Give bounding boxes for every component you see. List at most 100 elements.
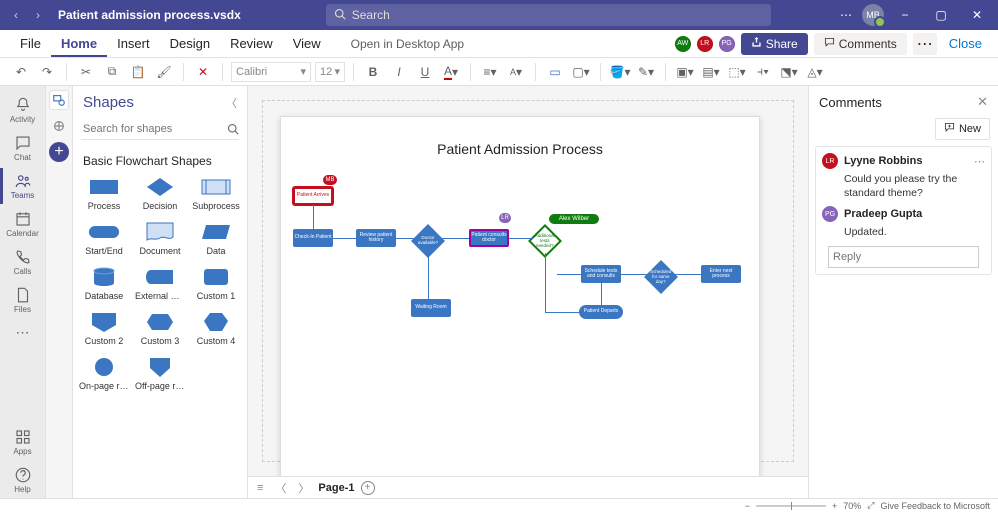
- node-same-day[interactable]: Scheduled for same day?: [644, 260, 678, 294]
- nav-forward-icon[interactable]: ›: [28, 5, 48, 25]
- pages-menu-icon[interactable]: ≡: [254, 482, 266, 494]
- feedback-link[interactable]: Give Feedback to Microsoft: [880, 501, 990, 511]
- stencils-tool-icon[interactable]: [49, 116, 69, 136]
- shapes-search-input[interactable]: [81, 119, 227, 139]
- node-consult[interactable]: Patient consults doctor: [469, 229, 509, 247]
- shape-custom1[interactable]: Custom 1: [189, 262, 243, 305]
- comments-button[interactable]: Comments: [814, 33, 907, 55]
- close-button[interactable]: Close: [943, 36, 988, 51]
- node-arrives[interactable]: Patient Arrives: [293, 187, 333, 205]
- node-enter[interactable]: Enter next process: [701, 265, 741, 283]
- presence-aw[interactable]: AW: [675, 36, 691, 52]
- text-block-icon[interactable]: A▾: [505, 61, 527, 83]
- collapse-panel-icon[interactable]: 〈: [226, 95, 237, 111]
- send-back-icon[interactable]: ▤▾: [700, 61, 722, 83]
- delete-icon[interactable]: ✕: [192, 61, 214, 83]
- next-page-icon[interactable]: 〉: [295, 480, 312, 496]
- font-size-select[interactable]: 12▾: [315, 62, 345, 82]
- shapes-search-icon[interactable]: [227, 119, 239, 139]
- node-departs[interactable]: Patient Departs: [579, 305, 623, 319]
- close-comments-icon[interactable]: ✕: [977, 94, 988, 110]
- canvas[interactable]: Patient Admission Process MB LR Alex Wil…: [248, 86, 808, 476]
- undo-icon[interactable]: ↶: [10, 61, 32, 83]
- node-schedule[interactable]: Schedule tests and consults: [581, 265, 621, 283]
- maximize-icon[interactable]: ▢: [926, 0, 956, 30]
- node-waiting[interactable]: Waiting Room: [411, 299, 451, 317]
- position-icon[interactable]: ⬔▾: [778, 61, 800, 83]
- redo-icon[interactable]: ↷: [36, 61, 58, 83]
- shape-subprocess[interactable]: Subprocess: [189, 172, 243, 215]
- shape-offpage[interactable]: Off-page ref...: [133, 352, 187, 395]
- rail-more-icon[interactable]: ⋯: [16, 324, 30, 341]
- shape-data[interactable]: Data: [189, 217, 243, 260]
- cut-icon[interactable]: ✂: [75, 61, 97, 83]
- page-tab-current[interactable]: Page-1: [318, 482, 354, 494]
- nav-back-icon[interactable]: ‹: [6, 5, 26, 25]
- add-stencil-icon[interactable]: +: [49, 142, 69, 162]
- rectangle-tool-icon[interactable]: ▢▾: [570, 61, 592, 83]
- title-search[interactable]: [326, 4, 771, 26]
- add-page-icon[interactable]: +: [361, 481, 375, 495]
- drawing-page[interactable]: Patient Admission Process MB LR Alex Wil…: [280, 116, 760, 476]
- font-name-select[interactable]: Calibri▾: [231, 62, 311, 82]
- rail-apps[interactable]: Apps: [0, 424, 45, 460]
- new-comment-button[interactable]: New: [935, 118, 990, 140]
- shape-process[interactable]: Process: [77, 172, 131, 215]
- comment-thread[interactable]: LR Lyyne Robbins ⋯ Could you please try …: [815, 146, 992, 275]
- shape-decision[interactable]: Decision: [133, 172, 187, 215]
- rail-chat[interactable]: Chat: [0, 130, 45, 166]
- shape-custom2[interactable]: Custom 2: [77, 307, 131, 350]
- zoom-in-icon[interactable]: +: [832, 501, 837, 511]
- shape-custom3[interactable]: Custom 3: [133, 307, 187, 350]
- copy-icon[interactable]: ⧉: [101, 61, 123, 83]
- tab-home[interactable]: Home: [51, 30, 107, 57]
- rail-files[interactable]: Files: [0, 282, 45, 318]
- rail-teams[interactable]: Teams: [0, 168, 45, 204]
- zoom-slider[interactable]: [756, 505, 826, 507]
- share-button[interactable]: Share: [741, 33, 808, 55]
- prev-page-icon[interactable]: 〈: [272, 480, 289, 496]
- ribbon-more-icon[interactable]: ⋯: [913, 33, 937, 55]
- zoom-out-icon[interactable]: −: [745, 501, 750, 511]
- rail-calendar[interactable]: Calendar: [0, 206, 45, 242]
- shapes-search[interactable]: [81, 119, 239, 140]
- shape-startend[interactable]: Start/End: [77, 217, 131, 260]
- group-icon[interactable]: ⬚▾: [726, 61, 748, 83]
- align-icon[interactable]: ≡▾: [479, 61, 501, 83]
- shape-onpage[interactable]: On-page ref...: [77, 352, 131, 395]
- comment-more-icon[interactable]: ⋯: [974, 155, 985, 168]
- bring-front-icon[interactable]: ▣▾: [674, 61, 696, 83]
- shape-database[interactable]: Database: [77, 262, 131, 305]
- node-checkin[interactable]: Check-In Patient: [293, 229, 333, 247]
- minimize-icon[interactable]: −: [890, 0, 920, 30]
- italic-icon[interactable]: I: [388, 61, 410, 83]
- line-color-icon[interactable]: ✎▾: [635, 61, 657, 83]
- change-shape-icon[interactable]: ◬▾: [804, 61, 826, 83]
- rail-activity[interactable]: Activity: [0, 92, 45, 128]
- align-shapes-icon[interactable]: ⫞▾: [752, 61, 774, 83]
- search-input[interactable]: [352, 8, 763, 22]
- node-history[interactable]: Review patient history: [356, 229, 396, 247]
- paste-icon[interactable]: 📋: [127, 61, 149, 83]
- close-window-icon[interactable]: ✕: [962, 0, 992, 30]
- presence-pg[interactable]: PG: [719, 36, 735, 52]
- tab-file[interactable]: File: [10, 30, 51, 57]
- bold-icon[interactable]: B: [362, 61, 384, 83]
- fill-color-icon[interactable]: 🪣▾: [609, 61, 631, 83]
- fit-page-icon[interactable]: ⤢: [867, 500, 874, 511]
- title-more-icon[interactable]: ⋯: [836, 8, 856, 22]
- shape-document[interactable]: Document: [133, 217, 187, 260]
- presence-lr[interactable]: LR: [697, 36, 713, 52]
- user-avatar[interactable]: MB: [862, 4, 884, 26]
- rail-calls[interactable]: Calls: [0, 244, 45, 280]
- tab-view[interactable]: View: [283, 30, 331, 57]
- tab-insert[interactable]: Insert: [107, 30, 160, 57]
- shape-external-data[interactable]: External Data: [133, 262, 187, 305]
- format-painter-icon[interactable]: 🖌: [153, 61, 175, 83]
- shape-custom4[interactable]: Custom 4: [189, 307, 243, 350]
- underline-icon[interactable]: U: [414, 61, 436, 83]
- tab-review[interactable]: Review: [220, 30, 283, 57]
- font-color-icon[interactable]: A▾: [440, 61, 462, 83]
- rail-help[interactable]: Help: [0, 462, 45, 498]
- shapes-tool-icon[interactable]: [49, 90, 69, 110]
